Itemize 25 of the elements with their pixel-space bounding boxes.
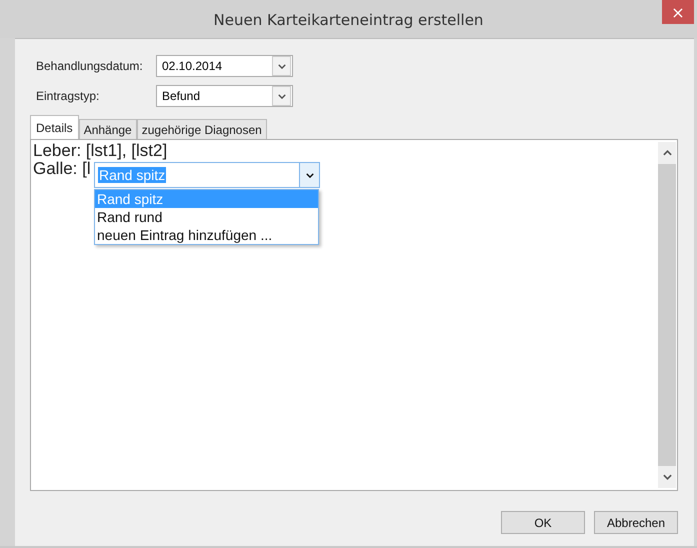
- tab[interactable]: Anhänge: [78, 119, 137, 139]
- chevron-down-icon: [278, 64, 286, 68]
- dropdown-option[interactable]: Rand rund: [95, 208, 318, 226]
- dropdown-field[interactable]: Befund: [156, 85, 293, 107]
- tab[interactable]: Details: [30, 115, 79, 139]
- scroll-down-icon[interactable]: [662, 474, 672, 480]
- scroll-up-icon[interactable]: [662, 150, 672, 156]
- text-line: Leber: [lst1], [lst2]: [33, 142, 168, 160]
- chevron-down-icon: [278, 94, 286, 98]
- window-title: Neuen Karteikarteneintrag erstellen: [214, 11, 484, 29]
- cancel-button[interactable]: Abbrechen: [594, 511, 678, 534]
- dropdown-button[interactable]: [299, 163, 319, 187]
- chevron-down-icon: [306, 172, 314, 178]
- tab[interactable]: zugehörige Diagnosen: [136, 119, 267, 139]
- selected-text: Rand spitz: [98, 167, 166, 183]
- text-line: Galle: [l: [33, 160, 91, 178]
- field-label: Behandlungsdatum:: [36, 59, 144, 73]
- ok-button[interactable]: OK: [501, 511, 585, 534]
- dropdown-button[interactable]: [272, 56, 291, 76]
- dropdown-field[interactable]: 02.10.2014: [156, 55, 293, 77]
- dropdown-button[interactable]: [272, 86, 291, 106]
- dropdown-option[interactable]: neuen Eintrag hinzufügen ...: [95, 226, 318, 244]
- close-button[interactable]: ×: [662, 0, 694, 24]
- field-label: Eintragstyp:: [36, 89, 100, 103]
- text-editor[interactable]: Leber: [lst1], [lst2] Galle: [l Rand spitz Rand spitz Rand rund neuen Eintrag hinzufügen ...: [30, 139, 678, 491]
